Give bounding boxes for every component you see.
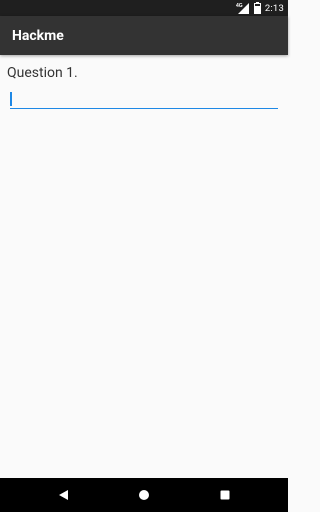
main-content: Question 1. [0, 55, 288, 478]
network-label: 4G [236, 3, 243, 9]
app-screen: 4G 2:13 Hackme Question 1. [0, 0, 288, 512]
status-time: 2:13 [264, 2, 284, 14]
status-bar: 4G 2:13 [0, 0, 288, 16]
answer-input[interactable] [10, 90, 278, 109]
home-button[interactable] [124, 478, 164, 512]
battery-icon [253, 2, 261, 14]
home-icon [139, 490, 149, 500]
status-icons: 4G 2:13 [236, 0, 284, 16]
recents-button[interactable] [205, 478, 245, 512]
app-title: Hackme [12, 28, 64, 44]
text-cursor [10, 92, 12, 106]
back-icon [59, 490, 68, 500]
navigation-bar [0, 478, 288, 512]
recents-icon [220, 490, 230, 500]
question-label: Question 1. [7, 65, 78, 81]
app-bar: Hackme [0, 16, 288, 55]
signal-icon: 4G [236, 2, 250, 14]
back-button[interactable] [43, 478, 83, 512]
